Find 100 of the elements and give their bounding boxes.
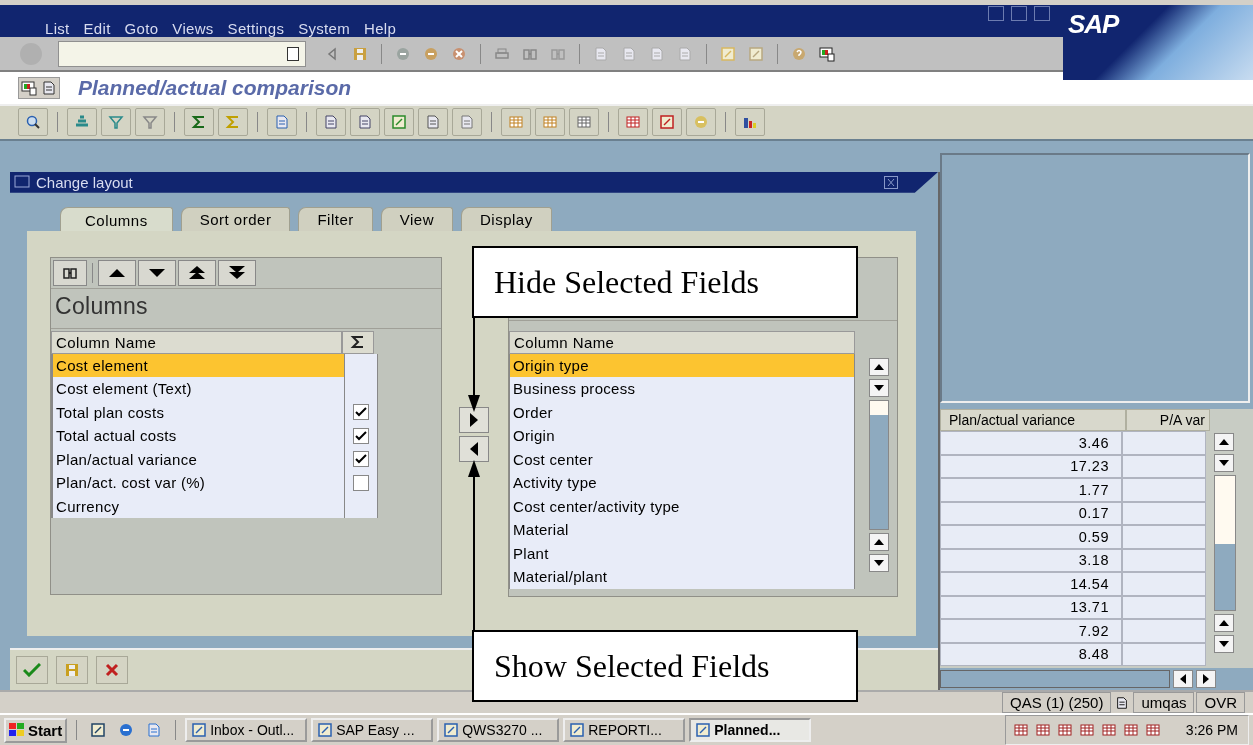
column-option[interactable]: Material xyxy=(510,518,854,542)
clock: 3:26 PM xyxy=(1185,722,1238,738)
chart-icon[interactable] xyxy=(735,108,765,137)
move-to-top-button[interactable] xyxy=(178,259,216,286)
information-icon[interactable] xyxy=(267,108,297,137)
column-option[interactable]: Origin xyxy=(510,424,854,448)
column-option[interactable]: Cost element (Text) xyxy=(53,377,344,401)
command-field[interactable] xyxy=(58,40,306,67)
filter-icon[interactable] xyxy=(135,108,165,137)
scrollbar-track[interactable] xyxy=(940,670,1170,688)
grid-icon[interactable] xyxy=(501,108,531,137)
cancel-button[interactable] xyxy=(96,656,128,685)
menu-toggle-icon[interactable] xyxy=(19,78,39,99)
scroll-up-button[interactable] xyxy=(869,357,889,376)
scroll-up-button[interactable] xyxy=(869,532,889,551)
find-button[interactable] xyxy=(53,259,87,286)
scroll-down-button[interactable] xyxy=(869,553,889,572)
triangle-right-icon xyxy=(470,412,478,427)
save-layout-icon[interactable] xyxy=(569,108,599,137)
taskbar-button[interactable]: QWS3270 ... xyxy=(437,718,560,742)
column-header[interactable]: P/A var xyxy=(1126,409,1210,431)
minimize-icon[interactable] xyxy=(988,6,1004,21)
tab[interactable]: Sort order xyxy=(180,206,291,231)
select-columns-icon[interactable] xyxy=(535,108,565,137)
tab[interactable]: Columns xyxy=(60,206,173,231)
scroll-down-button[interactable] xyxy=(1214,635,1234,653)
menu-item[interactable]: List xyxy=(38,19,77,37)
tick-icon xyxy=(355,407,367,418)
table-cell: 17.23 xyxy=(940,454,1122,478)
tab[interactable]: Filter xyxy=(298,206,373,231)
scroll-right-button[interactable] xyxy=(1196,670,1216,688)
checkbox[interactable] xyxy=(353,474,369,491)
column-option[interactable]: Material/plant xyxy=(510,565,854,589)
menu-item[interactable]: Goto xyxy=(117,19,166,37)
column-option[interactable]: Cost center xyxy=(510,447,854,472)
taskbar-button[interactable]: Inbox - Outl... xyxy=(185,718,308,742)
table-cell: 3.18 xyxy=(940,548,1122,572)
scroll-left-button[interactable] xyxy=(1173,670,1193,688)
scroll-down-button[interactable] xyxy=(1214,454,1234,472)
triangle-down-icon xyxy=(1219,641,1229,647)
hide-fields-button[interactable] xyxy=(459,406,489,433)
sort-ascending-icon[interactable] xyxy=(67,108,97,137)
taskbar-button[interactable]: REPORTI... xyxy=(563,718,686,742)
checkbox[interactable] xyxy=(353,404,369,421)
triangle-down-icon xyxy=(1219,460,1229,466)
column-header[interactable]: Plan/actual variance xyxy=(940,409,1126,431)
column-option[interactable]: Activity type xyxy=(510,471,854,495)
scrollbar-track[interactable] xyxy=(869,399,889,530)
menu-item[interactable]: Views xyxy=(165,19,221,37)
menu-item[interactable]: Edit xyxy=(76,19,118,37)
column-option[interactable]: Cost element xyxy=(53,353,344,378)
column-option[interactable]: Total plan costs xyxy=(53,400,344,425)
start-button[interactable]: Start xyxy=(4,717,68,743)
move-up-button[interactable] xyxy=(98,259,136,286)
table-cell: 8.48 xyxy=(940,642,1122,666)
checkbox[interactable] xyxy=(353,451,369,468)
column-option[interactable]: Currency xyxy=(53,494,344,519)
column-option[interactable]: Cost center/activity type xyxy=(510,494,854,519)
tab[interactable]: View xyxy=(380,206,453,231)
column-option[interactable]: Order xyxy=(510,400,854,425)
tab[interactable]: Display xyxy=(461,206,552,231)
triangle-down-icon xyxy=(874,384,884,391)
column-option[interactable]: Plant xyxy=(510,541,854,566)
callout: Show Selected Fields xyxy=(472,630,858,702)
table-cell: 7.92 xyxy=(940,619,1122,643)
taskbar-button[interactable]: Planned... xyxy=(689,718,812,742)
screen-title: Planned/actual comparison xyxy=(78,76,352,101)
confirm-button[interactable] xyxy=(16,656,48,685)
triangle-left-icon xyxy=(1180,674,1186,684)
logo: SAP xyxy=(1068,9,1119,40)
save-button[interactable] xyxy=(56,656,88,685)
triangle-up-icon xyxy=(874,363,884,370)
triangle-up-icon xyxy=(1219,620,1229,626)
scroll-up-button[interactable] xyxy=(1214,614,1234,632)
column-option[interactable]: Origin type xyxy=(510,353,854,378)
close-icon[interactable] xyxy=(884,175,898,189)
scroll-up-button[interactable] xyxy=(1214,433,1234,451)
callout: Hide Selected Fields xyxy=(472,246,858,318)
move-to-bottom-button[interactable] xyxy=(218,259,256,286)
tick-icon xyxy=(355,454,367,465)
column-option[interactable]: Total actual costs xyxy=(53,424,344,448)
system-info: QAS (1) (250) xyxy=(1002,692,1112,713)
sum-icon[interactable] xyxy=(184,108,214,137)
checkbox[interactable] xyxy=(353,427,369,444)
column-option[interactable]: Plan/act. cost var (%) xyxy=(53,471,344,495)
taskbar-button[interactable]: SAP Easy ... xyxy=(311,718,434,742)
user-name: umqas xyxy=(1133,692,1195,713)
show-fields-button[interactable] xyxy=(459,435,489,462)
column-option[interactable]: Plan/actual variance xyxy=(53,447,344,472)
scroll-down-button[interactable] xyxy=(869,378,889,397)
scrollbar-track[interactable] xyxy=(1214,475,1236,611)
restore-icon[interactable] xyxy=(1011,6,1027,21)
sort-descending-icon[interactable] xyxy=(101,108,131,137)
close-icon[interactable] xyxy=(1034,6,1050,21)
move-down-button[interactable] xyxy=(138,259,176,286)
menu-item[interactable]: Settings xyxy=(220,19,292,37)
column-option[interactable]: Business process xyxy=(510,377,854,401)
details-icon[interactable] xyxy=(18,108,48,137)
menu-item[interactable]: Help xyxy=(357,19,404,37)
menu-item[interactable]: System xyxy=(291,19,357,37)
